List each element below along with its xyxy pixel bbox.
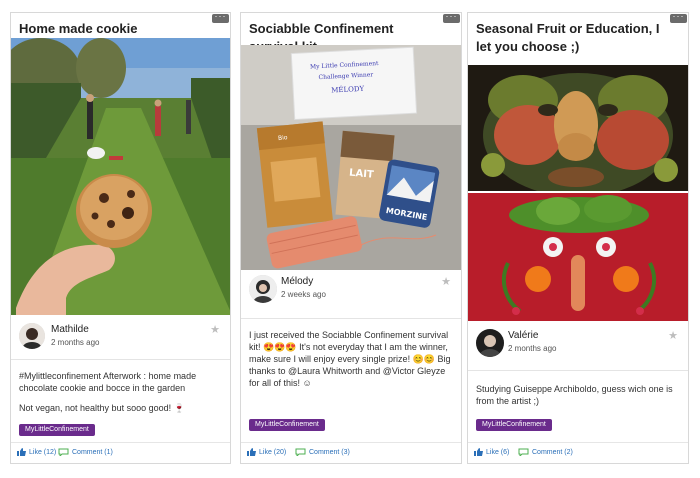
comment-icon: [295, 448, 306, 456]
post-card[interactable]: ··· Seasonal Fruit or Education, I let y…: [467, 12, 689, 464]
post-title: Home made cookie: [19, 21, 138, 36]
like-button[interactable]: Like (6): [474, 448, 509, 456]
comment-label: Comment (1): [72, 448, 113, 456]
post-photo[interactable]: [11, 38, 230, 315]
arcimboldo-painting-image: [468, 65, 688, 191]
actions-bar: Like (12) Comment (1): [11, 442, 230, 463]
more-icon[interactable]: ···: [670, 12, 687, 23]
like-button[interactable]: Like (20): [247, 448, 286, 456]
note-line-3: MÉLODY: [331, 84, 365, 95]
star-icon[interactable]: ★: [210, 323, 220, 336]
post-body: I just received the Sociabble Confinemen…: [249, 329, 453, 397]
author-row: Mélody 2 weeks ago ★: [241, 275, 461, 303]
comment-icon: [518, 448, 529, 456]
post-title: Seasonal Fruit or Education, I let you c…: [476, 21, 660, 54]
like-label: Like (20): [259, 448, 287, 456]
comment-label: Comment (2): [532, 448, 573, 456]
star-icon[interactable]: ★: [441, 275, 451, 288]
post-date: 2 weeks ago: [281, 290, 326, 299]
like-button[interactable]: Like (12): [17, 448, 56, 456]
avatar[interactable]: [476, 329, 504, 357]
post-text: I just received the Sociabble Confinemen…: [249, 330, 451, 388]
tag-badge[interactable]: MyLittleConfinement: [249, 419, 325, 431]
divider: [468, 370, 688, 371]
avatar[interactable]: [249, 275, 277, 303]
post-photo[interactable]: [468, 65, 688, 191]
more-icon[interactable]: ···: [212, 12, 229, 23]
post-photo[interactable]: My Little Confinement Challenge Winner M…: [241, 45, 461, 270]
comment-label: Comment (3): [309, 448, 350, 456]
post-body: Studying Guiseppe Archiboldo, guess wich…: [476, 383, 680, 415]
comment-button[interactable]: Comment (3): [295, 448, 350, 456]
star-icon[interactable]: ★: [668, 329, 678, 342]
post-date: 2 months ago: [508, 344, 557, 353]
tag-badge[interactable]: MyLittleConfinement: [19, 424, 95, 436]
survival-kit-image: My Little Confinement Challenge Winner M…: [241, 45, 461, 270]
more-icon[interactable]: ···: [443, 12, 460, 23]
post-text: Studying Guiseppe Archiboldo, guess wich…: [476, 384, 673, 406]
post-card[interactable]: ··· Home made cookie Mathilde 2 months a…: [10, 12, 231, 464]
vegetable-face-image: [468, 193, 688, 321]
divider: [241, 318, 461, 319]
post-text: Not vegan, not healthy but sooo good! 🍷: [19, 403, 185, 413]
thumbs-up-icon: [474, 448, 483, 456]
actions-bar: Like (6) Comment (2): [468, 442, 688, 463]
author-row: Mathilde 2 months ago ★: [11, 323, 230, 351]
post-date: 2 months ago: [51, 338, 100, 347]
comment-icon: [58, 448, 69, 456]
comment-button[interactable]: Comment (1): [58, 448, 113, 456]
like-label: Like (12): [29, 448, 57, 456]
actions-bar: Like (20) Comment (3): [241, 442, 461, 463]
post-card[interactable]: ··· Sociabble Confinement survival kit M…: [240, 12, 462, 464]
author-name[interactable]: Mélody: [281, 276, 313, 287]
like-label: Like (6): [486, 448, 510, 456]
author-row: Valérie 2 months ago ★: [468, 329, 688, 357]
divider: [11, 359, 230, 360]
author-name[interactable]: Mathilde: [51, 324, 89, 335]
post-photo[interactable]: [468, 193, 688, 321]
box-label: LAIT: [349, 168, 375, 181]
garden-cookie-image: [11, 38, 230, 315]
tag-badge[interactable]: MyLittleConfinement: [476, 419, 552, 431]
comment-button[interactable]: Comment (2): [518, 448, 573, 456]
thumbs-up-icon: [247, 448, 256, 456]
post-text: #Mylittleconfinement Afterwork : home ma…: [19, 371, 197, 393]
thumbs-up-icon: [17, 448, 26, 456]
post-body: #Mylittleconfinement Afterwork : home ma…: [19, 370, 222, 422]
author-name[interactable]: Valérie: [508, 330, 538, 341]
avatar[interactable]: [19, 323, 45, 349]
box-label: Bio: [278, 134, 288, 142]
